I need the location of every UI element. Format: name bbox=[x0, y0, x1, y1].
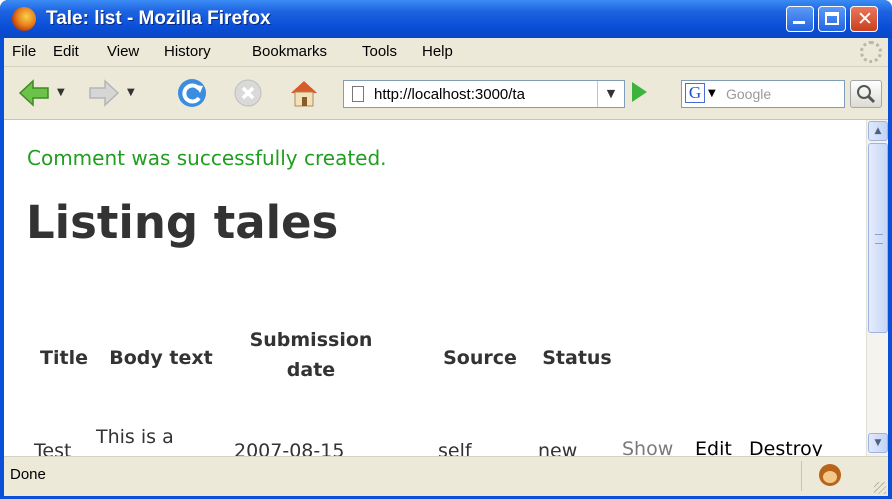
firefox-logo-icon bbox=[12, 7, 36, 31]
stop-icon[interactable] bbox=[232, 77, 264, 109]
back-arrow-icon[interactable] bbox=[18, 77, 50, 109]
monkey-face bbox=[823, 471, 837, 483]
column-header-submission-date: Submission date bbox=[249, 329, 373, 381]
title-bar[interactable]: Tale: list - Mozilla Firefox ✕ bbox=[0, 0, 892, 38]
maximize-icon bbox=[825, 12, 839, 25]
navigation-toolbar: ▼ ▼ http://localhost:3000/ta ▼ G ▼ Googl… bbox=[4, 67, 888, 120]
google-g-icon[interactable]: G bbox=[685, 83, 705, 103]
url-bar[interactable]: http://localhost:3000/ta ▼ bbox=[343, 80, 625, 108]
forward-arrow-icon[interactable] bbox=[88, 77, 120, 109]
scrollbar-thumb[interactable] bbox=[868, 143, 888, 333]
page-icon bbox=[352, 86, 364, 102]
menu-view[interactable]: View bbox=[107, 43, 139, 60]
minimize-icon bbox=[793, 21, 805, 24]
status-bar: Done bbox=[4, 456, 888, 496]
cell-title: Test bbox=[34, 440, 72, 456]
greasemonkey-icon[interactable] bbox=[819, 464, 841, 486]
search-box[interactable]: G ▼ Google bbox=[681, 80, 845, 108]
status-divider bbox=[801, 461, 802, 491]
cell-body-text: This is a test bbox=[96, 426, 174, 456]
menu-tools[interactable]: Tools bbox=[362, 43, 397, 60]
back-history-dropdown-icon[interactable]: ▼ bbox=[57, 87, 65, 98]
minimize-button[interactable] bbox=[786, 6, 814, 32]
page-content: Comment was successfully created. Listin… bbox=[4, 120, 866, 456]
grip-icon bbox=[875, 234, 883, 244]
cell-status: new bbox=[538, 440, 578, 456]
menu-history[interactable]: History bbox=[164, 43, 211, 60]
menu-bar: File Edit View History Bookmarks Tools H… bbox=[4, 38, 888, 67]
menu-help[interactable]: Help bbox=[422, 43, 453, 60]
column-header-title: Title bbox=[40, 347, 88, 369]
window-title: Tale: list - Mozilla Firefox bbox=[46, 8, 271, 29]
flash-notice: Comment was successfully created. bbox=[27, 146, 387, 170]
status-text: Done bbox=[10, 466, 46, 483]
close-icon: ✕ bbox=[857, 8, 873, 30]
cell-submission-date: 2007-08-15 bbox=[234, 440, 345, 456]
menu-edit[interactable]: Edit bbox=[53, 43, 79, 60]
menu-file[interactable]: File bbox=[12, 43, 36, 60]
column-header-source: Source bbox=[443, 347, 517, 369]
go-arrow-icon[interactable] bbox=[632, 82, 647, 102]
column-header-status: Status bbox=[542, 347, 612, 369]
close-button[interactable]: ✕ bbox=[850, 6, 878, 32]
show-link[interactable]: Show bbox=[622, 438, 673, 456]
url-history-dropdown-icon[interactable]: ▼ bbox=[597, 81, 624, 107]
throbber-icon bbox=[860, 41, 882, 63]
destroy-link[interactable]: Destroy bbox=[749, 438, 823, 456]
reload-icon[interactable] bbox=[176, 77, 208, 109]
cell-source: self bbox=[438, 440, 472, 456]
vertical-scrollbar[interactable]: ▲ ▼ bbox=[866, 120, 888, 456]
scroll-up-button[interactable]: ▲ bbox=[868, 121, 888, 141]
menu-bookmarks[interactable]: Bookmarks bbox=[252, 43, 327, 60]
edit-link[interactable]: Edit bbox=[695, 438, 732, 456]
maximize-button[interactable] bbox=[818, 6, 846, 32]
home-icon[interactable] bbox=[288, 77, 320, 109]
search-button[interactable] bbox=[850, 80, 882, 108]
resize-grip-icon[interactable] bbox=[874, 482, 886, 494]
search-input[interactable]: Google bbox=[726, 86, 771, 102]
url-input[interactable]: http://localhost:3000/ta bbox=[374, 86, 590, 103]
column-header-body-text: Body text bbox=[109, 347, 213, 369]
scroll-down-button[interactable]: ▼ bbox=[868, 433, 888, 453]
search-engine-dropdown-icon[interactable]: ▼ bbox=[708, 88, 716, 99]
browser-client: File Edit View History Bookmarks Tools H… bbox=[4, 38, 888, 496]
page-title: Listing tales bbox=[26, 196, 339, 249]
magnifier-icon bbox=[857, 85, 876, 104]
browser-window: Tale: list - Mozilla Firefox ✕ File Edit… bbox=[0, 0, 892, 499]
forward-history-dropdown-icon[interactable]: ▼ bbox=[127, 87, 135, 98]
